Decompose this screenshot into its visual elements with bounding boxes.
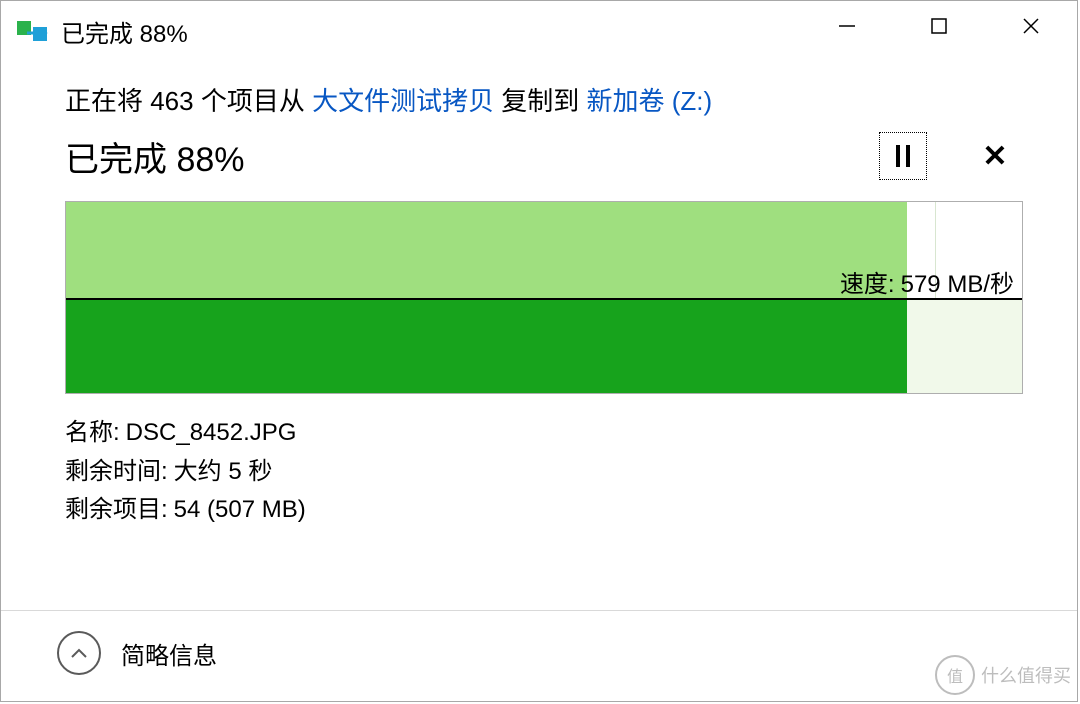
watermark-badge-icon: 值 (935, 655, 975, 695)
titlebar: 已完成 88% (1, 1, 1077, 61)
time-label: 剩余时间: (65, 453, 168, 491)
chevron-up-icon (70, 647, 88, 659)
chart-completed-region (66, 202, 907, 298)
name-label: 名称: (65, 414, 120, 452)
items-label: 剩余项目: (65, 491, 168, 529)
arrow-right-icon (27, 27, 49, 39)
speed-label-text: 速度: (840, 264, 895, 299)
maximize-button[interactable] (893, 1, 985, 51)
detail-row-items: 剩余项目: 54 (507 MB) (65, 491, 1017, 529)
footer-divider (1, 610, 1077, 611)
chart-speed-region (66, 298, 907, 394)
destination-link[interactable]: 新加卷 (Z:) (587, 86, 713, 116)
transfer-details: 名称: DSC_8452.JPG 剩余时间: 大约 5 秒 剩余项目: 54 (… (65, 414, 1017, 529)
progress-heading: 已完成 88% (65, 132, 879, 181)
window-controls (801, 1, 1077, 61)
speed-chart: 速度: 579 MB/秒 (65, 201, 1023, 394)
items-value: 54 (507 MB) (174, 491, 306, 529)
minimize-button[interactable] (801, 1, 893, 51)
time-value: 大约 5 秒 (174, 453, 273, 491)
detail-row-time: 剩余时间: 大约 5 秒 (65, 453, 1017, 491)
detail-row-name: 名称: DSC_8452.JPG (65, 414, 1017, 452)
source-link[interactable]: 大文件测试拷贝 (312, 86, 494, 116)
watermark: 值 什么值得买 (935, 655, 1071, 695)
pause-button[interactable] (879, 132, 927, 180)
close-button[interactable] (985, 1, 1077, 51)
speed-label: 速度: 579 MB/秒 (840, 264, 1014, 299)
copy-mid: 复制到 (494, 86, 586, 116)
collapse-details-button[interactable] (57, 631, 101, 675)
name-value: DSC_8452.JPG (126, 414, 297, 452)
details-toggle-label[interactable]: 简略信息 (121, 636, 217, 671)
chart-remaining-region (907, 298, 1022, 394)
copy-description: 正在将 463 个项目从 大文件测试拷贝 复制到 新加卷 (Z:) (65, 83, 1017, 119)
cancel-button[interactable]: ✕ (977, 138, 1013, 174)
copy-prefix: 正在将 463 个项目从 (65, 86, 312, 116)
window-title: 已完成 88% (61, 14, 188, 49)
speed-value: 579 MB/秒 (901, 264, 1014, 299)
watermark-text: 什么值得买 (981, 662, 1071, 688)
copy-app-icon (17, 21, 47, 41)
